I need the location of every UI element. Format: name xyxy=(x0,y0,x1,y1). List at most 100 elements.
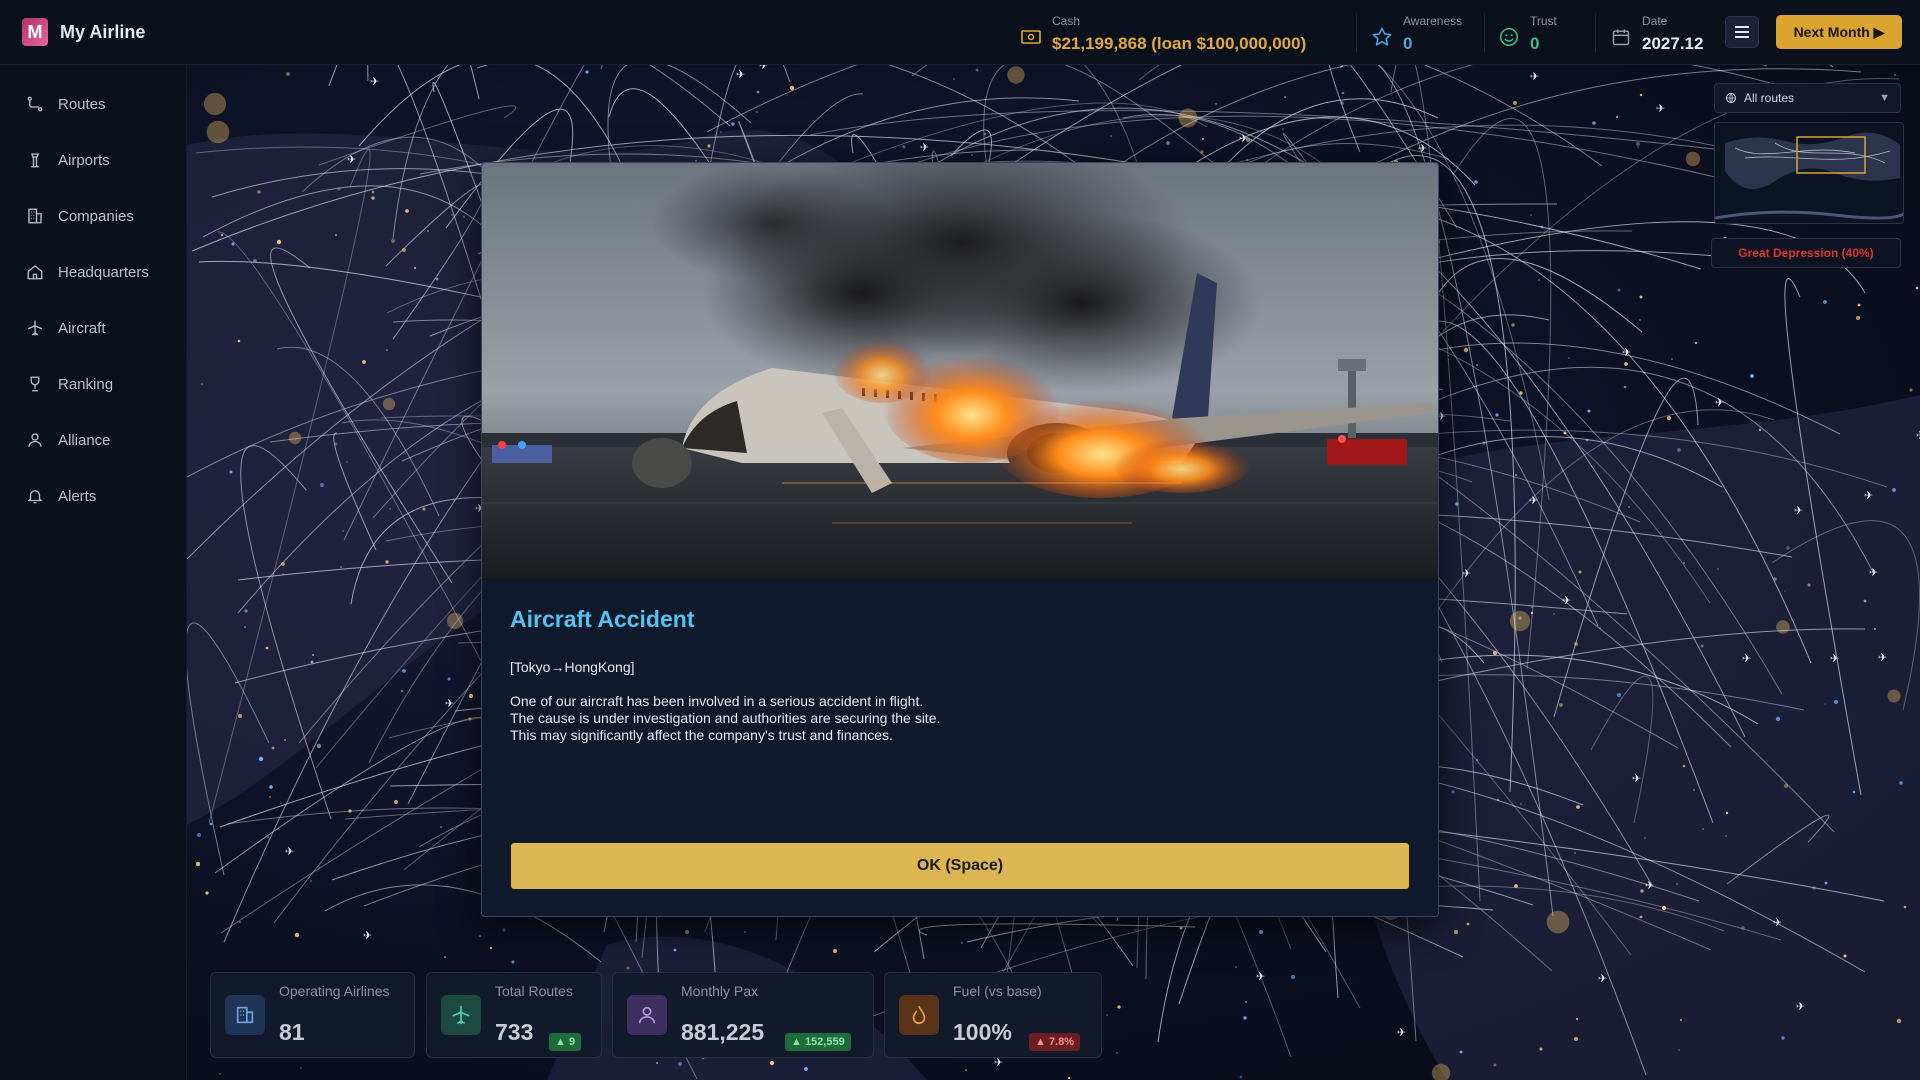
bell-icon xyxy=(26,487,44,505)
svg-text:✈: ✈ xyxy=(1462,567,1471,580)
svg-text:✈: ✈ xyxy=(1645,879,1654,892)
svg-text:✈: ✈ xyxy=(363,929,372,942)
globe-icon xyxy=(1726,93,1736,103)
user-icon xyxy=(627,995,667,1035)
date-label: Date xyxy=(1642,14,1668,28)
sidebar-item-label: Companies xyxy=(58,207,134,225)
svg-text:✈: ✈ xyxy=(1742,652,1751,665)
kpi-change-badge: ▲ 152,559 xyxy=(785,1033,851,1051)
route-icon xyxy=(26,95,44,113)
modal-body-line: One of our aircraft has been involved in… xyxy=(510,693,924,709)
svg-text:✈: ✈ xyxy=(347,153,356,166)
user-icon xyxy=(26,431,44,449)
sidebar-item-airports[interactable]: Airports xyxy=(26,145,176,175)
svg-text:✈: ✈ xyxy=(736,68,745,81)
svg-text:✈: ✈ xyxy=(1715,396,1724,409)
modal-title: Aircraft Accident xyxy=(510,606,695,632)
smile-icon xyxy=(1498,26,1520,48)
svg-text:✈: ✈ xyxy=(1256,970,1265,983)
cash-stat: Cash $21,199,868 (loan $100,000,000) xyxy=(1020,14,1306,54)
svg-text:✈: ✈ xyxy=(759,65,768,72)
event-modal: Aircraft Accident [Tokyo→HongKong] One o… xyxy=(481,162,1439,917)
svg-text:✈: ✈ xyxy=(1796,1000,1805,1013)
sidebar-item-label: Aircraft xyxy=(58,319,106,337)
ok-button[interactable]: OK (Space) xyxy=(511,843,1409,889)
accident-route: [Tokyo→HongKong] xyxy=(510,659,635,675)
building-icon xyxy=(225,995,265,1035)
kpi-fuel: Fuel (vs base) 100% ▲ 7.8% xyxy=(884,972,1102,1058)
sidebar-item-label: Headquarters xyxy=(58,263,149,281)
svg-text:✈: ✈ xyxy=(1418,142,1427,155)
top-bar: M My Airline Cash $21,199,868 (loan $100… xyxy=(0,0,1920,65)
date-value: 2027.12 xyxy=(1642,34,1704,53)
economy-status-badge: Great Depression (40%) xyxy=(1711,238,1901,268)
kpi-label: Fuel (vs base) xyxy=(953,983,1042,999)
kpi-change-badge: ▲ 7.8% xyxy=(1029,1033,1081,1051)
kpi-value: 881,225 xyxy=(681,1019,765,1045)
route-filter-value: All routes xyxy=(1744,91,1795,105)
svg-text:✈: ✈ xyxy=(1598,972,1607,985)
brand: M My Airline xyxy=(22,18,145,46)
star-icon xyxy=(1371,26,1393,48)
svg-text:✈: ✈ xyxy=(1530,70,1539,83)
awareness-value: 0 xyxy=(1403,34,1413,53)
kpi-monthly-pax: Monthly Pax 881,225 ▲ 152,559 xyxy=(612,972,874,1058)
kpi-value: 100% xyxy=(953,1019,1012,1045)
svg-text:✈: ✈ xyxy=(1878,651,1887,664)
sidebar-item-routes[interactable]: Routes xyxy=(26,89,176,119)
svg-text:✈: ✈ xyxy=(445,697,454,710)
sidebar-item-label: Alliance xyxy=(58,431,111,449)
svg-text:✈: ✈ xyxy=(1562,594,1571,607)
cash-icon xyxy=(1020,26,1042,48)
kpi-label: Total Routes xyxy=(495,983,573,999)
sidebar-item-ranking[interactable]: Ranking xyxy=(26,369,176,399)
svg-text:✈: ✈ xyxy=(1916,429,1920,442)
fuel-drop-icon xyxy=(899,995,939,1035)
minimap[interactable] xyxy=(1714,122,1904,224)
app-title: My Airline xyxy=(60,21,146,42)
minimap-canvas xyxy=(1715,123,1903,223)
modal-body: One of our aircraft has been involved in… xyxy=(510,693,940,744)
accident-illustration xyxy=(482,163,1438,578)
menu-button[interactable] xyxy=(1725,16,1759,48)
svg-text:✈: ✈ xyxy=(370,75,379,88)
cash-value: $21,199,868 (loan $100,000,000) xyxy=(1052,34,1307,53)
plane-icon xyxy=(441,995,481,1035)
svg-text:✈: ✈ xyxy=(1397,1026,1406,1039)
airline-logo-icon: M xyxy=(22,18,48,46)
sidebar: Routes Airports Companies Headquarters A… xyxy=(0,65,187,1080)
sidebar-item-companies[interactable]: Companies xyxy=(26,201,176,231)
sidebar-item-label: Airports xyxy=(58,151,110,169)
date-stat: Date 2027.12 xyxy=(1610,14,1703,54)
next-month-button[interactable]: Next Month ▶ xyxy=(1776,15,1902,49)
svg-text:✈: ✈ xyxy=(1622,346,1631,359)
kpi-total-routes: Total Routes 733 ▲ 9 xyxy=(426,972,602,1058)
sidebar-item-aircraft[interactable]: Aircraft xyxy=(26,313,176,343)
tower-icon xyxy=(26,151,44,169)
kpi-value: 733 xyxy=(495,1019,534,1045)
svg-text:✈: ✈ xyxy=(1830,652,1839,665)
svg-text:✈: ✈ xyxy=(1773,916,1782,929)
sidebar-item-headquarters[interactable]: Headquarters xyxy=(26,257,176,287)
trophy-icon xyxy=(26,375,44,393)
kpi-label: Operating Airlines xyxy=(279,983,390,999)
modal-body-line: The cause is under investigation and aut… xyxy=(510,710,941,726)
building-icon xyxy=(26,207,44,225)
svg-text:✈: ✈ xyxy=(1656,102,1665,115)
kpi-label: Monthly Pax xyxy=(681,983,759,999)
awareness-stat: Awareness 0 xyxy=(1371,14,1462,54)
home-icon xyxy=(26,263,44,281)
svg-text:✈: ✈ xyxy=(1864,489,1873,502)
svg-text:✈: ✈ xyxy=(285,845,294,858)
hamburger-icon xyxy=(1735,26,1749,38)
svg-text:✈: ✈ xyxy=(1239,132,1248,145)
kpi-value: 81 xyxy=(279,1019,305,1045)
route-filter-dropdown[interactable]: All routes ▼ xyxy=(1714,83,1901,113)
kpi-operating-airlines: Operating Airlines 81 xyxy=(210,972,415,1058)
sidebar-item-alliance[interactable]: Alliance xyxy=(26,425,176,455)
calendar-icon xyxy=(1610,26,1632,48)
svg-text:✈: ✈ xyxy=(1869,566,1878,579)
svg-text:✈: ✈ xyxy=(1632,772,1641,785)
sidebar-item-alerts[interactable]: Alerts xyxy=(26,481,176,511)
modal-body-line: This may significantly affect the compan… xyxy=(510,727,893,743)
